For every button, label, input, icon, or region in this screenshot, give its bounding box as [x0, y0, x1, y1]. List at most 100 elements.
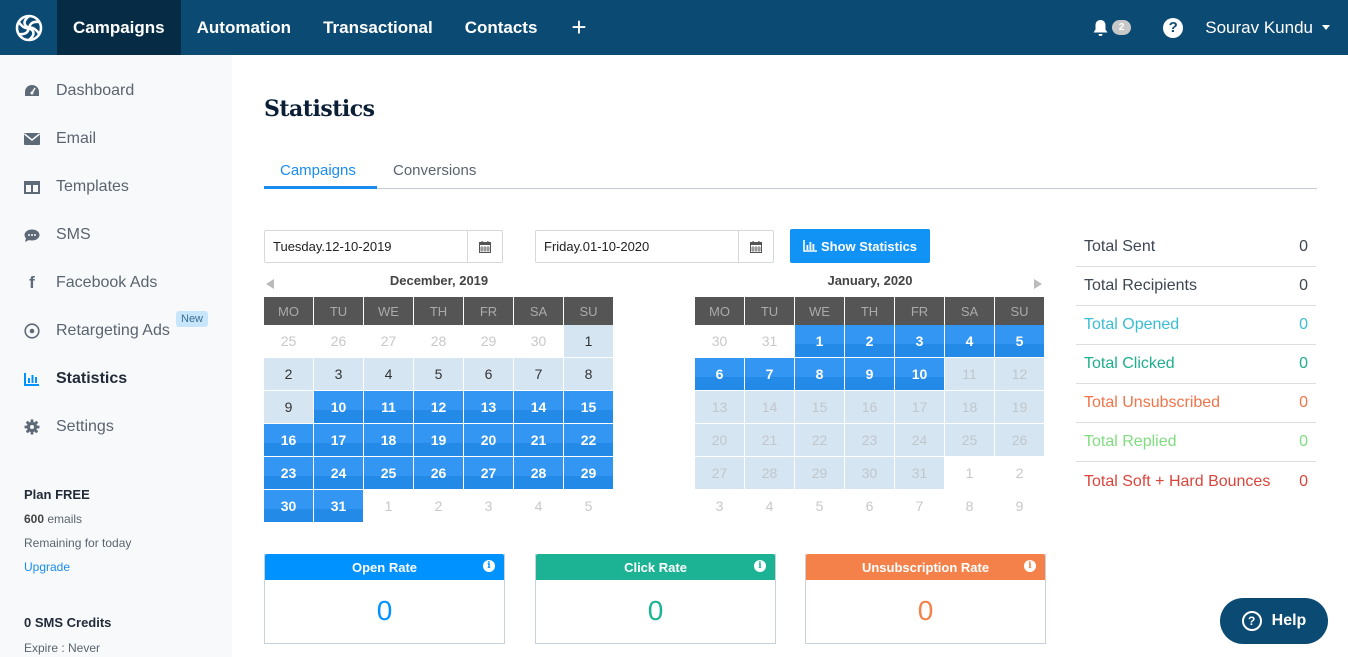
- user-menu[interactable]: Sourav Kundu: [1205, 18, 1330, 38]
- calendar-day[interactable]: 8: [945, 490, 995, 523]
- upgrade-link[interactable]: Upgrade: [24, 560, 131, 574]
- calendar-day[interactable]: 10: [314, 391, 364, 424]
- calendar-day[interactable]: 2: [264, 358, 314, 391]
- calendar-day[interactable]: 30: [264, 490, 314, 523]
- calendar-day[interactable]: 6: [464, 358, 514, 391]
- notifications-button[interactable]: 2: [1092, 19, 1132, 37]
- calendar-day[interactable]: 4: [745, 490, 795, 523]
- stat-row: Total Opened 0: [1076, 306, 1316, 345]
- start-date-field[interactable]: Tuesday.12-10-2019: [264, 230, 503, 263]
- sidebar-item-facebook-ads[interactable]: f Facebook Ads: [0, 263, 232, 303]
- calendar-day[interactable]: 3: [464, 490, 514, 523]
- calendar-day[interactable]: 17: [314, 424, 364, 457]
- info-icon[interactable]: i: [483, 560, 495, 572]
- calendar-day[interactable]: 2: [845, 325, 895, 358]
- calendar-day[interactable]: 4: [945, 325, 995, 358]
- add-nav-button[interactable]: +: [553, 0, 604, 55]
- calendar-day[interactable]: 3: [895, 325, 945, 358]
- calendar-day[interactable]: 1: [945, 457, 995, 490]
- open-rate-header: Open Rate i: [265, 554, 504, 580]
- calendar-day[interactable]: 27: [364, 325, 414, 358]
- calendar-day[interactable]: 10: [895, 358, 945, 391]
- calendar-day[interactable]: 6: [695, 358, 745, 391]
- end-date-calendar-button[interactable]: [738, 231, 773, 262]
- calendar-day[interactable]: 3: [695, 490, 745, 523]
- nav-automation[interactable]: Automation: [181, 0, 307, 55]
- calendar-day[interactable]: 4: [364, 358, 414, 391]
- calendar-day[interactable]: 3: [314, 358, 364, 391]
- calendar-day[interactable]: 1: [795, 325, 845, 358]
- calendar-day[interactable]: 29: [464, 325, 514, 358]
- calendar-day[interactable]: 31: [314, 490, 364, 523]
- calendar-day[interactable]: 7: [895, 490, 945, 523]
- calendar-day[interactable]: 26: [414, 457, 464, 490]
- calendar-day[interactable]: 1: [364, 490, 414, 523]
- calendar-day[interactable]: 14: [514, 391, 564, 424]
- calendar-day[interactable]: 15: [564, 391, 614, 424]
- sidebar-item-settings[interactable]: Settings: [0, 407, 232, 447]
- calendar-day[interactable]: 18: [364, 424, 414, 457]
- end-date-field[interactable]: Friday.01-10-2020: [535, 230, 774, 263]
- nav-transactional[interactable]: Transactional: [307, 0, 449, 55]
- calendar-day[interactable]: 1: [564, 325, 614, 358]
- calendar-day[interactable]: 6: [845, 490, 895, 523]
- nav-campaigns[interactable]: Campaigns: [57, 0, 181, 55]
- calendar-day[interactable]: 5: [995, 325, 1045, 358]
- bar-chart-icon: [24, 371, 40, 387]
- new-badge: New: [176, 311, 209, 327]
- calendar-day[interactable]: 30: [695, 325, 745, 358]
- calendar-day[interactable]: 7: [514, 358, 564, 391]
- calendar-day[interactable]: 31: [745, 325, 795, 358]
- sidebar-item-statistics[interactable]: Statistics: [0, 359, 232, 399]
- calendar-day[interactable]: 9: [995, 490, 1045, 523]
- calendar-day[interactable]: 28: [514, 457, 564, 490]
- calendar-day[interactable]: 26: [314, 325, 364, 358]
- info-icon[interactable]: i: [754, 560, 766, 572]
- calendar-day[interactable]: 2: [995, 457, 1045, 490]
- calendar-day[interactable]: 9: [264, 391, 314, 424]
- calendar-day[interactable]: 16: [264, 424, 314, 457]
- calendar-day[interactable]: 5: [564, 490, 614, 523]
- sidebar-item-email[interactable]: Email: [0, 119, 232, 159]
- calendar-day[interactable]: 4: [514, 490, 564, 523]
- calendar-day[interactable]: 2: [414, 490, 464, 523]
- calendar-day[interactable]: 24: [314, 457, 364, 490]
- calendar-day[interactable]: 20: [464, 424, 514, 457]
- calendar-day[interactable]: 7: [745, 358, 795, 391]
- calendar-day[interactable]: 8: [564, 358, 614, 391]
- sidebar-item-retargeting-ads[interactable]: Retargeting Ads New: [0, 311, 232, 351]
- sendinblue-logo-icon[interactable]: [0, 0, 57, 55]
- calendar-day[interactable]: 19: [414, 424, 464, 457]
- start-date-calendar-button[interactable]: [467, 231, 502, 262]
- calendar-day[interactable]: 5: [795, 490, 845, 523]
- question-icon[interactable]: ?: [1163, 17, 1184, 38]
- calendar-day[interactable]: 30: [514, 325, 564, 358]
- calendar-day[interactable]: 13: [464, 391, 514, 424]
- calendar-day[interactable]: 23: [264, 457, 314, 490]
- calendar-day[interactable]: 29: [564, 457, 614, 490]
- calendar-day[interactable]: 21: [514, 424, 564, 457]
- calendar-day[interactable]: 27: [464, 457, 514, 490]
- tab-campaigns[interactable]: Campaigns: [280, 162, 356, 179]
- start-date-input[interactable]: Tuesday.12-10-2019: [265, 231, 467, 262]
- calendar-month-title: December, 2019: [389, 273, 489, 288]
- calendar-day[interactable]: 25: [364, 457, 414, 490]
- sidebar-item-templates[interactable]: Templates: [0, 167, 232, 207]
- calendar-day[interactable]: 9: [845, 358, 895, 391]
- calendar-day[interactable]: 8: [795, 358, 845, 391]
- sidebar-item-dashboard[interactable]: Dashboard: [0, 71, 232, 111]
- calendar-day[interactable]: 11: [364, 391, 414, 424]
- sidebar-item-sms[interactable]: SMS: [0, 215, 232, 255]
- calendar-day[interactable]: 12: [414, 391, 464, 424]
- calendar-day[interactable]: 5: [414, 358, 464, 391]
- calendar-day: 11: [945, 358, 995, 391]
- calendar-day[interactable]: 25: [264, 325, 314, 358]
- info-icon[interactable]: i: [1024, 560, 1036, 572]
- help-button[interactable]: ? Help: [1220, 598, 1328, 644]
- show-statistics-button[interactable]: Show Statistics: [790, 229, 930, 263]
- calendar-day[interactable]: 22: [564, 424, 614, 457]
- end-date-input[interactable]: Friday.01-10-2020: [536, 231, 738, 262]
- calendar-day[interactable]: 28: [414, 325, 464, 358]
- tab-conversions[interactable]: Conversions: [393, 162, 476, 179]
- nav-contacts[interactable]: Contacts: [449, 0, 554, 55]
